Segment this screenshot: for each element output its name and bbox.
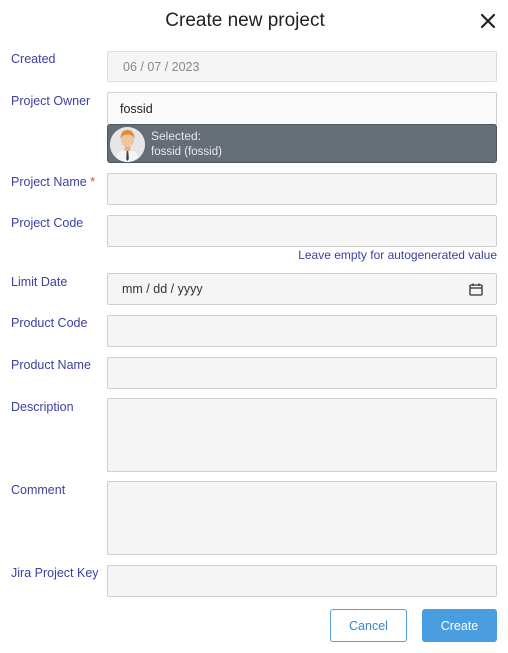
dropdown-user-name: fossid (fossid): [151, 146, 222, 158]
dropdown-selected-label: Selected:: [151, 129, 202, 143]
product-code-label: Product Code: [11, 316, 88, 330]
project-code-input[interactable]: [107, 215, 497, 247]
owner-suggestion-dropdown[interactable]: Selected: fossid (fossid): [107, 124, 497, 163]
project-owner-input[interactable]: fossid: [107, 92, 497, 125]
product-code-input[interactable]: [107, 315, 497, 347]
created-field: 06 / 07 / 2023: [107, 51, 497, 82]
project-name-input[interactable]: [107, 173, 497, 205]
create-button[interactable]: Create: [422, 609, 497, 642]
created-label: Created: [11, 52, 56, 66]
dialog-title: Create new project: [165, 10, 325, 31]
limit-date-label: Limit Date: [11, 275, 68, 289]
product-name-input[interactable]: [107, 357, 497, 389]
jira-project-key-input[interactable]: [107, 565, 497, 597]
cancel-button[interactable]: Cancel: [330, 609, 407, 642]
created-value: 06 / 07 / 2023: [123, 59, 200, 74]
comment-label: Comment: [11, 483, 66, 497]
product-name-label: Product Name: [11, 358, 91, 372]
jira-project-key-label: Jira Project Key: [11, 566, 99, 580]
user-avatar: [110, 127, 145, 162]
comment-textarea[interactable]: [107, 481, 497, 555]
calendar-icon[interactable]: [469, 283, 483, 296]
description-textarea[interactable]: [107, 398, 497, 472]
project-name-label: Project Name *: [11, 175, 95, 189]
project-name-label-text: Project Name: [11, 175, 87, 189]
description-label: Description: [11, 400, 74, 414]
project-code-hint: Leave empty for autogenerated value: [298, 248, 497, 262]
limit-date-input[interactable]: mm / dd / yyyy: [107, 273, 497, 305]
limit-date-placeholder: mm / dd / yyyy: [122, 282, 203, 296]
close-icon[interactable]: [478, 11, 498, 31]
project-owner-value: fossid: [120, 101, 153, 116]
project-owner-label: Project Owner: [11, 94, 91, 108]
required-marker: *: [90, 175, 96, 189]
project-code-label: Project Code: [11, 216, 84, 230]
